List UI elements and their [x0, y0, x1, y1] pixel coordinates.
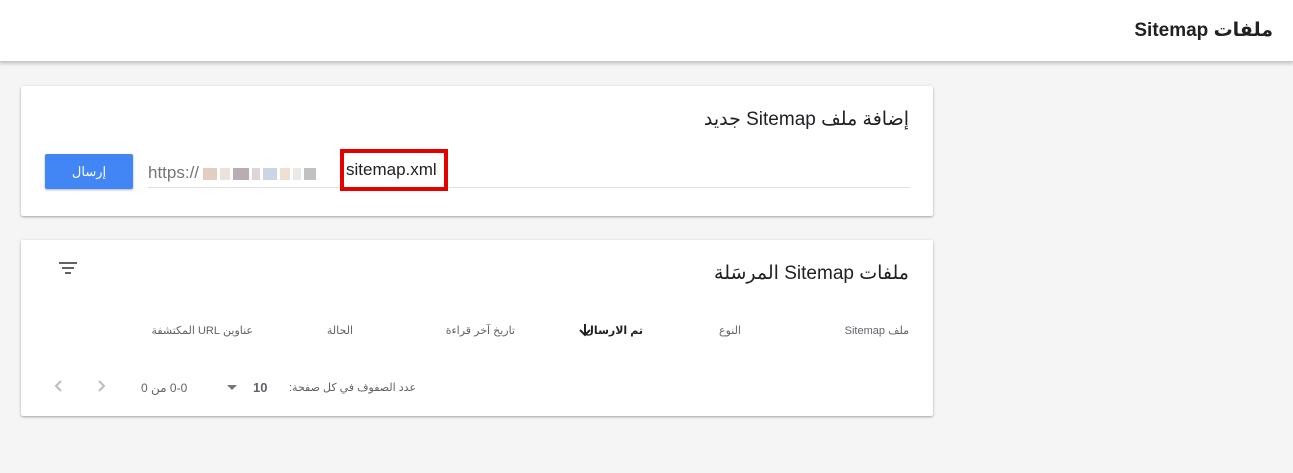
- top-app-bar: ملفات Sitemap: [0, 0, 1293, 62]
- column-header-status[interactable]: الحالة: [327, 324, 353, 337]
- sitemap-url-field: https://: [148, 149, 910, 191]
- arrow-down-icon[interactable]: [578, 322, 592, 338]
- submitted-sitemaps-title: ملفات Sitemap المرسَلة: [714, 263, 909, 284]
- submitted-sitemaps-card: ملفات Sitemap المرسَلة ملف Sitemap النوع…: [21, 240, 933, 416]
- submit-button[interactable]: إرسال: [45, 154, 133, 189]
- column-header-last-read[interactable]: تاريخ آخر قراءة: [446, 324, 515, 337]
- page-title: ملفات Sitemap: [1134, 20, 1273, 41]
- masked-domain: [203, 166, 335, 180]
- add-sitemap-card: إضافة ملف Sitemap جديد إرسال https://: [21, 86, 933, 216]
- filter-icon[interactable]: [57, 258, 79, 278]
- rows-per-page-select[interactable]: 10: [253, 380, 267, 395]
- chevron-left-icon[interactable]: [49, 376, 69, 396]
- column-header-type[interactable]: النوع: [719, 324, 741, 337]
- column-header-sitemap[interactable]: ملف Sitemap: [845, 324, 909, 337]
- dropdown-caret-icon[interactable]: [227, 385, 237, 390]
- rows-per-page-label: عدد الصفوف في كل صفحة:: [289, 382, 417, 394]
- sitemap-url-input[interactable]: [340, 149, 448, 191]
- url-prefix: https://: [148, 163, 200, 182]
- pagination-range: 0-0 من 0: [141, 381, 188, 395]
- chevron-right-icon[interactable]: [91, 376, 111, 396]
- add-sitemap-title: إضافة ملف Sitemap جديد: [703, 109, 909, 130]
- column-header-discovered-urls[interactable]: عناوين URL المكتشفة: [151, 324, 253, 337]
- column-header-submitted[interactable]: تم الارسال: [584, 324, 643, 337]
